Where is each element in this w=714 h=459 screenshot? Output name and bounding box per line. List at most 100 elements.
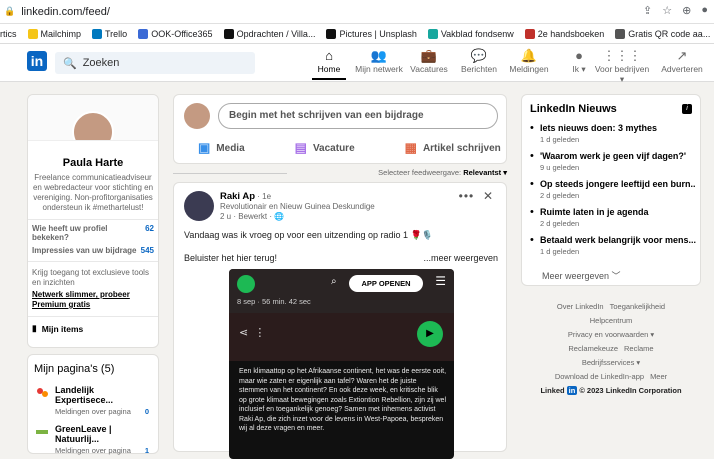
share-icon[interactable]: ⋖ ⋮ [239, 326, 265, 339]
list-item[interactable]: Betaald werk belangrijk voor mens...1 d … [530, 234, 696, 256]
bookmark-favicon-icon [92, 28, 103, 39]
bookmark-item[interactable]: 2e handsboeken [524, 28, 604, 39]
play-icon[interactable]: ▶ [417, 321, 443, 347]
bookmarks-bar: rtics Mailchimp Trello OOK-Office365 Opdrach… [0, 24, 714, 44]
bookmark-favicon-icon [524, 28, 535, 39]
bookmark-favicon-icon [615, 28, 626, 39]
linkedin-logo: in [566, 386, 578, 395]
footer-link[interactable]: Reclamekeuze [568, 342, 618, 356]
briefcase-icon: ▤ [294, 140, 307, 155]
list-item[interactable]: 'Waarom werk je geen vijf dagen?'9 u gel… [530, 150, 696, 172]
share-action-image[interactable]: ▣ Media [198, 140, 245, 156]
avatar[interactable] [184, 191, 214, 221]
footer-link[interactable]: Toegankelijkheid [610, 300, 665, 314]
list-item[interactable]: Ruimte laten in je agenda2 d geleden [530, 206, 696, 228]
news-title: LinkedIn Nieuws [530, 103, 617, 115]
nav-item-briefcase[interactable]: 💼 Vacatures [404, 46, 454, 80]
profile-name[interactable]: Paula Harte [28, 157, 158, 169]
footer-link[interactable]: Helpcentrum [590, 314, 633, 328]
extension-icon[interactable]: ⊕ [682, 4, 691, 17]
footer-link[interactable]: Bedrijfsservices ▾ [582, 356, 640, 370]
profile-icon[interactable]: ● [701, 4, 708, 17]
menu-icon[interactable]: ☰ [435, 274, 446, 288]
article-icon: ▦ [404, 140, 417, 155]
bookmark-item[interactable]: Mailchimp [27, 28, 81, 39]
nav-item-grid[interactable]: ⋮⋮⋮ Voor bedrijven ▾ [592, 46, 652, 84]
impressions-stat[interactable]: Impressies van uw bijdrage 545 [28, 242, 158, 255]
bookmark-item[interactable]: Opdrachten / Villa... [223, 28, 315, 39]
list-item[interactable]: GreenLeave | Natuurlij... Meldingen over … [28, 420, 158, 459]
page-logo-icon [37, 388, 48, 397]
linkedin-news-card: LinkedIn Nieuws i Iets nieuws doen: 3 my… [521, 94, 701, 286]
nav-item-bell[interactable]: 🔔 Meldingen [504, 46, 554, 80]
globe-icon: 🌐 [274, 212, 285, 221]
bookmark-item[interactable]: rtics [0, 29, 17, 39]
post-text: Vandaag was ik vroeg op voor een uitzend… [184, 230, 433, 240]
messages-icon: 💬 [470, 48, 488, 63]
share-action-briefcase[interactable]: ▤ Vacature [295, 140, 355, 156]
address-bar[interactable]: 🔒 linkedin.com/feed/ [4, 6, 110, 18]
more-icon[interactable]: ••• [459, 189, 475, 203]
bookmark-item[interactable]: Vakblad fondsenw [427, 28, 514, 39]
start-post-button[interactable]: Begin met het schrijven van een bijdrage [218, 103, 498, 129]
feed-sort[interactable]: Selecteer feedweergave: Relevantst ▾ [173, 168, 507, 178]
bookmark-item[interactable]: Trello [92, 28, 127, 39]
info-icon[interactable]: i [682, 104, 692, 114]
list-item[interactable]: Landelijk Expertisece... Meldingen over p… [28, 381, 158, 420]
advertise-icon: ↗ [676, 48, 688, 63]
star-icon[interactable]: ☆ [662, 4, 672, 17]
avatar[interactable] [184, 103, 210, 129]
list-item[interactable]: Op steeds jongere leeftijd een burn...2 … [530, 178, 696, 200]
spotify-icon [237, 275, 255, 293]
spotify-embed[interactable]: ⌕ APP OPENEN ☰ 8 sep · 56 min. 42 sec ⋖ … [229, 269, 454, 459]
bookmark-item[interactable]: Pictures | Unsplash [326, 28, 417, 39]
share-box: Begin met het schrijven van een bijdrage… [173, 94, 507, 164]
bookmark-item[interactable]: OOK-Office365 [138, 28, 213, 39]
search-icon[interactable]: ⌕ [331, 276, 337, 287]
bookmark-item[interactable]: Gratis QR code aa... [615, 28, 710, 39]
nav-right: ⋮⋮⋮ Voor bedrijven ▾ ↗ Adverteren [592, 46, 712, 84]
post-author[interactable]: Raki Ap [220, 191, 255, 202]
premium-link[interactable]: Netwerk slimmer, probeer Premium gratis [32, 290, 154, 310]
nav-items: ⌂ Home 👥 Mijn netwerk 💼 Vacatures 💬 Berichten 🔔 M… [304, 46, 604, 80]
show-more-button[interactable]: Meer weergeven ﹀ [542, 269, 621, 282]
nav-item-advertise[interactable]: ↗ Adverteren [652, 46, 712, 80]
post-meta: 2 u · Bewerkt · [220, 212, 273, 221]
browser-toolbar: 🔒 linkedin.com/feed/ ⇪ ☆ ⊕ ● [0, 0, 714, 24]
see-more-link[interactable]: ...meer weergeven [423, 253, 498, 263]
profile-cover [28, 95, 158, 141]
post-menu: ••• ✕ [459, 189, 494, 203]
nav-item-home[interactable]: ⌂ Home [304, 46, 354, 80]
share-actions: ▣ Media ▤ Vacature ▦ Artikel schrijven [198, 140, 501, 156]
footer-link[interactable]: Meer [650, 370, 667, 384]
avatar[interactable] [72, 111, 114, 140]
nav-item-messages[interactable]: 💬 Berichten [454, 46, 504, 80]
close-icon[interactable]: ✕ [483, 189, 494, 203]
profile-views-stat[interactable]: Wie heeft uw profiel bekeken? 62 [28, 220, 158, 242]
footer-link[interactable]: Download de LinkedIn-app [555, 370, 644, 384]
episode-description: Een klimaattop op het Afrikaanse contine… [239, 368, 447, 432]
share-icon[interactable]: ⇪ [643, 4, 652, 17]
bookmark-icon: ▮ [32, 323, 37, 333]
linkedin-logo[interactable]: in [27, 51, 47, 71]
share-action-article[interactable]: ▦ Artikel schrijven [405, 140, 501, 156]
open-app-button[interactable]: APP OPENEN [349, 275, 423, 292]
my-pages-card: Mijn pagina's (5) Landelijk Expertisece.… [27, 354, 159, 455]
profile-headline: Freelance communicatieadviseur en webred… [32, 173, 154, 212]
news-list: Iets nieuws doen: 3 mythes1 d geleden 'Wa… [530, 122, 696, 263]
bookmark-favicon-icon [326, 28, 337, 39]
lock-icon: 🔒 [4, 6, 16, 16]
search-input[interactable]: 🔍 Zoeken [55, 52, 255, 74]
network-icon: 👥 [370, 48, 388, 63]
my-items-link[interactable]: ▮ Mijn items [28, 317, 158, 340]
footer-link[interactable]: Over LinkedIn [557, 300, 604, 314]
episode-date: 8 sep · 56 min. 42 sec [237, 297, 311, 306]
footer-links: Over LinkedIn Toegankelijkheid Helpcentru… [521, 300, 701, 398]
grid-icon: ⋮⋮⋮ [602, 48, 642, 63]
footer-link[interactable]: Privacy en voorwaarden ▾ [568, 328, 654, 342]
post-text-2: Beluister het hier terug! ...meer weergev… [184, 253, 498, 263]
nav-item-network[interactable]: 👥 Mijn netwerk [354, 46, 404, 80]
footer-link[interactable]: Reclame [624, 342, 654, 356]
image-icon: ▣ [198, 140, 211, 155]
list-item[interactable]: Iets nieuws doen: 3 mythes1 d geleden [530, 122, 696, 144]
